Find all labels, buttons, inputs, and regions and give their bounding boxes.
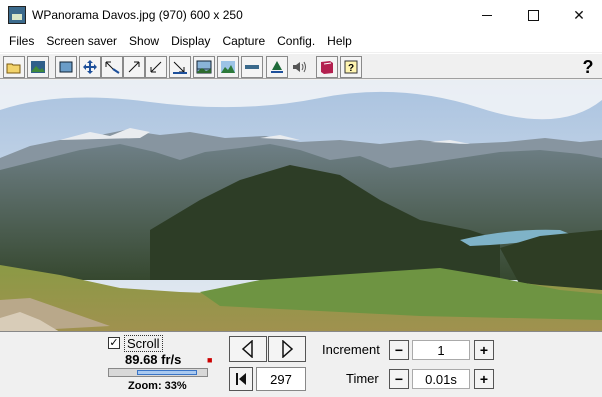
menu-screen-saver[interactable]: Screen saver [40, 30, 123, 52]
skip-start-icon [236, 373, 246, 385]
menu-help[interactable]: Help [321, 30, 358, 52]
view-icon[interactable] [193, 56, 215, 78]
open-folder-icon[interactable] [3, 56, 25, 78]
menu-files[interactable]: Files [3, 30, 40, 52]
move-icon[interactable] [79, 56, 101, 78]
zoom-readout: Zoom: 33% [128, 380, 187, 392]
help-button[interactable]: ? [577, 56, 599, 78]
menu-show[interactable]: Show [123, 30, 165, 52]
app-icon [8, 6, 26, 24]
menu-capture[interactable]: Capture [216, 30, 271, 52]
panorama-image [0, 80, 602, 331]
zoom-slider-thumb[interactable] [137, 370, 197, 375]
maximize-button[interactable] [510, 0, 556, 30]
next-button[interactable] [268, 336, 306, 362]
increment-plus-button[interactable]: + [474, 340, 494, 360]
speed-indicator-icon: ■ [207, 355, 213, 365]
toolbar: ? ? [0, 53, 602, 79]
minimize-button[interactable] [464, 0, 510, 30]
picture-icon[interactable] [27, 56, 49, 78]
timer-label: Timer [346, 371, 379, 386]
sound-icon[interactable] [288, 56, 310, 78]
increment-value[interactable]: 1 [412, 340, 470, 360]
scroll-checkbox[interactable]: ✓ [108, 337, 120, 349]
svg-text:?: ? [348, 63, 354, 74]
menu-bar: Files Screen saver Show Display Capture … [0, 30, 602, 52]
zoom-slider[interactable] [108, 368, 208, 377]
title-bar: WPanorama Davos.jpg (970) 600 x 250 ✕ [0, 0, 602, 30]
menu-display[interactable]: Display [165, 30, 216, 52]
help-book-icon[interactable]: ? [340, 56, 362, 78]
shrink-left-icon[interactable] [101, 56, 123, 78]
close-button[interactable]: ✕ [556, 0, 602, 30]
timer-value[interactable]: 0.01s [412, 369, 470, 389]
stretch-down-icon[interactable] [169, 56, 191, 78]
frame-counter: 297 [256, 367, 306, 391]
book-icon[interactable] [316, 56, 338, 78]
first-frame-button[interactable] [229, 367, 253, 391]
tree-icon[interactable] [266, 56, 288, 78]
expand-icon[interactable] [123, 56, 145, 78]
flat-icon[interactable] [241, 56, 263, 78]
arrow-right-icon [282, 340, 294, 358]
increment-label: Increment [322, 342, 380, 357]
timer-plus-button[interactable]: + [474, 369, 494, 389]
control-panel: ✓ Scroll 89.68 fr/s ■ Zoom: 33% 297 Incr… [0, 333, 602, 397]
panorama-view[interactable] [0, 80, 602, 332]
previous-button[interactable] [229, 336, 267, 362]
menu-config[interactable]: Config. [271, 30, 321, 52]
window-title: WPanorama Davos.jpg (970) 600 x 250 [32, 8, 243, 22]
landscape-icon[interactable] [217, 56, 239, 78]
increment-minus-button[interactable]: − [389, 340, 409, 360]
frame-rate-readout: 89.68 fr/s [125, 352, 182, 367]
timer-minus-button[interactable]: − [389, 369, 409, 389]
shrink-down-icon[interactable] [145, 56, 167, 78]
scroll-label[interactable]: Scroll [124, 335, 163, 352]
arrow-left-icon [241, 340, 253, 358]
fit-icon[interactable] [55, 56, 77, 78]
